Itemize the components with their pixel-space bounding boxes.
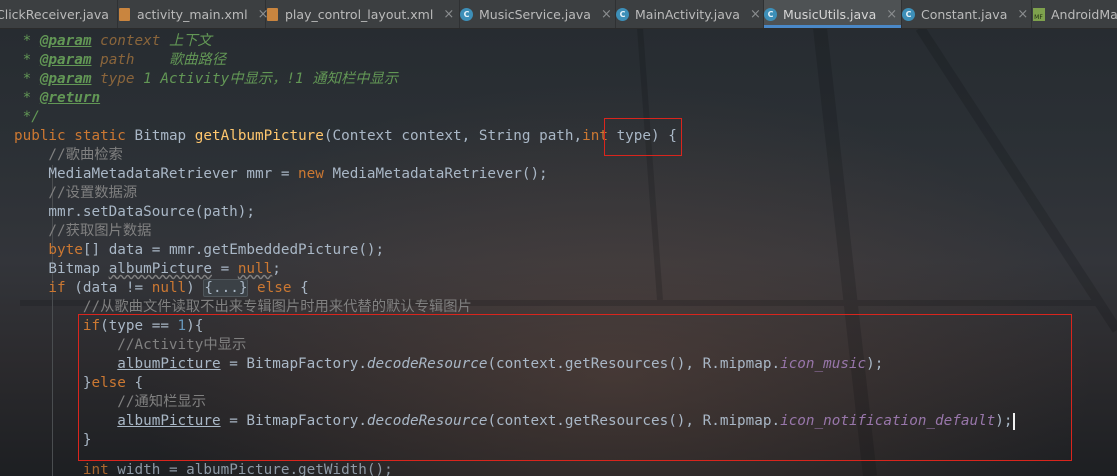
tab-label: AndroidManife (1051, 6, 1117, 22)
code-line-2: * @param path 歌曲路径 (14, 52, 227, 68)
code-line-23: int width = albumPicture.getWidth(); (14, 462, 393, 476)
java-class-icon: C (616, 7, 629, 21)
close-icon[interactable]: × (750, 7, 761, 22)
tab-label: MusicUtils.java (783, 6, 877, 22)
code-line-13: Bitmap albumPicture = null; (14, 261, 281, 277)
code-line-3: * @param type 1 Activity中显示，!1 通知栏中显示 (14, 71, 399, 87)
close-icon[interactable]: × (601, 7, 612, 22)
code-line-12: byte[] data = mmr.getEmbeddedPicture(); (14, 242, 385, 258)
xml-file-icon (118, 7, 131, 21)
close-icon[interactable]: × (443, 7, 454, 22)
tab-mainactivity-java[interactable]: C MainActivity.java × (616, 0, 764, 28)
code-line-22: } (14, 432, 92, 448)
java-class-icon: C (460, 7, 473, 21)
tab-label: play_control_layout.xml (285, 6, 434, 22)
tab-musicservice-java[interactable]: C MusicService.java × (460, 0, 616, 28)
code-line-16: if(type == 1){ (14, 318, 204, 334)
manifest-file-icon: MF (1032, 7, 1045, 21)
tab-label: MainActivity.java (635, 6, 740, 22)
code-line-20: //通知栏显示 (14, 394, 206, 410)
code-line-11: //获取图片数据 (14, 223, 152, 239)
editor-tab-bar: ClickReceiver.java×activity_main.xml×pla… (0, 0, 1117, 29)
code-line-18: albumPicture = BitmapFactory.decodeResou… (117, 356, 884, 372)
tab-constant-java[interactable]: C Constant.java × (902, 0, 1032, 28)
code-line-14: if (data != null) {...} else { (14, 279, 309, 297)
tab-musicutils-java[interactable]: C MusicUtils.java × (764, 0, 902, 28)
xml-file-icon (266, 7, 279, 21)
code-line-21: albumPicture = BitmapFactory.decodeResou… (117, 412, 1015, 430)
tab-label: MusicService.java (479, 6, 591, 22)
text-cursor (1012, 412, 1015, 430)
ide-editor-window: ClickReceiver.java×activity_main.xml×pla… (0, 0, 1117, 476)
java-class-icon: C (902, 7, 915, 21)
code-line-9: //设置数据源 (14, 185, 138, 201)
close-icon[interactable]: × (886, 7, 897, 22)
code-line-19: }else { (14, 375, 144, 391)
tab-label: activity_main.xml (137, 6, 248, 22)
tab-androidmanife[interactable]: MF AndroidManife (1032, 0, 1117, 28)
code-line-7: //歌曲检索 (14, 147, 123, 163)
tab-play-control-layout-xml[interactable]: play_control_layout.xml × (266, 0, 460, 28)
java-class-icon: C (764, 7, 777, 21)
code-line-1: * @param context 上下文 (14, 33, 212, 49)
folded-code-block[interactable]: {...} (203, 279, 249, 297)
close-icon[interactable]: × (1017, 7, 1028, 22)
code-line-4: * @return (14, 90, 101, 106)
tab-clickreceiver-java[interactable]: ClickReceiver.java× (0, 0, 130, 28)
code-line-8: MediaMetadataRetriever mmr = new MediaMe… (14, 166, 548, 182)
code-line-17: //Activity中显示 (14, 337, 247, 353)
tab-label: ClickReceiver.java (0, 6, 109, 22)
code-line-5: */ (14, 109, 40, 125)
code-line-10: mmr.setDataSource(path); (14, 204, 256, 220)
code-line-6: public static Bitmap getAlbumPicture(Con… (14, 128, 677, 144)
tab-label: Constant.java (921, 6, 1008, 22)
tab-activity-main-xml[interactable]: activity_main.xml × (118, 0, 268, 28)
code-line-15: //从歌曲文件读取不出来专辑图片时用来代替的默认专辑图片 (14, 299, 472, 315)
